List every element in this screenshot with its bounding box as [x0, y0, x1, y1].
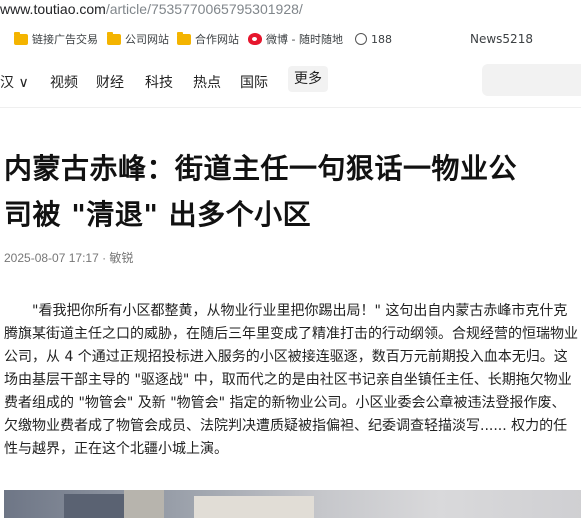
- weibo-icon: [248, 33, 262, 45]
- globe-icon: [355, 33, 367, 45]
- url-path: /article/7535770065795301928/: [105, 1, 303, 17]
- article-meta: 2025-08-07 17:17 · 敏锐: [4, 249, 133, 266]
- image-building: [194, 496, 314, 518]
- url-host: www.toutiao.com: [0, 1, 106, 17]
- article-paragraph: "看我把你所有小区都整黄，从物业行业里把你踢出局！" 这句出自内蒙古赤峰市克什克…: [4, 303, 578, 457]
- article-title-line1: 内蒙古赤峰：街道主任一句狠话一物业公: [4, 152, 518, 185]
- bookmarks-bar: 链接广告交易 公司网站 合作网站 微博 - 随时随地 188 News5218: [0, 28, 581, 50]
- bookmark-label: 链接广告交易: [32, 33, 98, 46]
- nav-item-hot[interactable]: 热点: [193, 72, 221, 92]
- folder-icon: [177, 31, 191, 45]
- bookmark-partner-sites[interactable]: 合作网站: [177, 31, 239, 47]
- search-input[interactable]: [482, 64, 581, 96]
- nav-item-tech[interactable]: 科技: [145, 72, 173, 92]
- author-name[interactable]: 敏锐: [109, 251, 133, 265]
- bookmark-news5218[interactable]: News5218: [470, 31, 533, 47]
- nav-item-video[interactable]: 视频: [50, 72, 78, 92]
- bookmark-label: 合作网站: [195, 33, 239, 46]
- nav-item-finance[interactable]: 财经: [96, 72, 124, 92]
- bookmark-label: 公司网站: [125, 33, 169, 46]
- bookmark-link-ads[interactable]: 链接广告交易: [14, 31, 98, 47]
- bookmark-weibo[interactable]: 微博 - 随时随地: [248, 31, 343, 47]
- nav-item-international[interactable]: 国际: [240, 72, 268, 92]
- location-dropdown[interactable]: 汉 ∨: [0, 72, 29, 92]
- article-title-line2: 司被 "清退" 出多个小区: [4, 198, 312, 231]
- folder-icon: [107, 31, 121, 45]
- article-image: [4, 490, 581, 518]
- bookmark-company-sites[interactable]: 公司网站: [107, 31, 169, 47]
- bookmark-188[interactable]: 188: [355, 31, 392, 47]
- url-text[interactable]: www.toutiao.com/article/7535770065795301…: [0, 1, 303, 17]
- image-building: [124, 490, 164, 518]
- address-bar[interactable]: www.toutiao.com/article/7535770065795301…: [0, 0, 581, 22]
- bookmark-label: 微博 - 随时随地: [266, 33, 343, 46]
- article-title: 内蒙古赤峰：街道主任一句狠话一物业公 司被 "清退" 出多个小区: [4, 146, 581, 238]
- site-nav: 汉 ∨ 视频 财经 科技 热点 国际 更多: [0, 52, 581, 108]
- folder-icon: [14, 31, 28, 45]
- bookmark-label: 188: [371, 32, 392, 46]
- nav-more-button[interactable]: 更多: [288, 66, 328, 92]
- bookmark-label: News5218: [470, 32, 533, 46]
- publish-date: 2025-08-07 17:17: [4, 251, 99, 265]
- meta-separator: ·: [98, 251, 110, 265]
